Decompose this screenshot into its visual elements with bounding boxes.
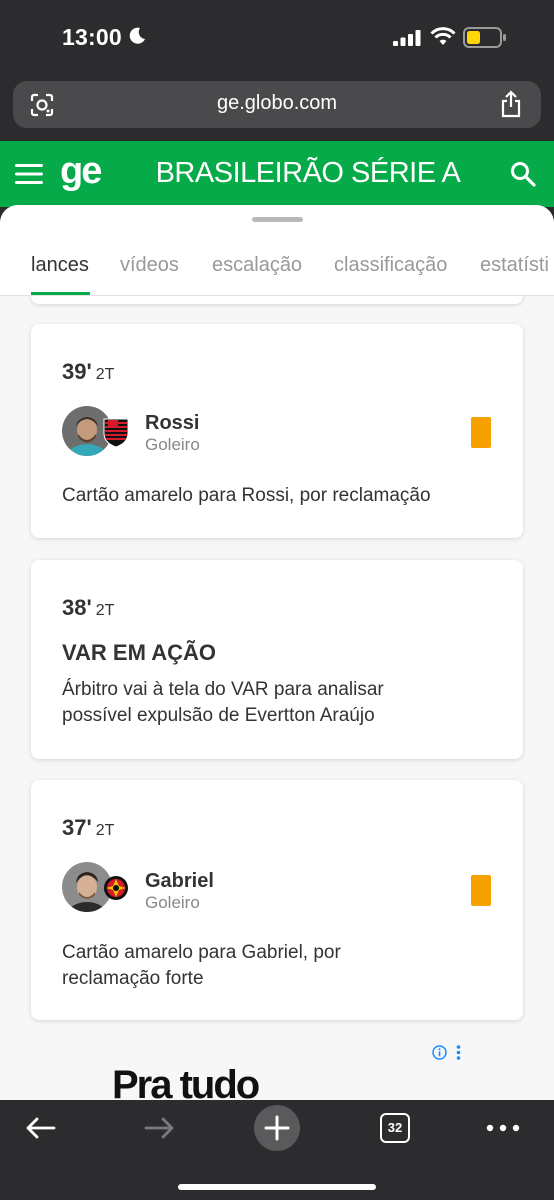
- event-description: Árbitro vai à tela do VAR para analisar …: [62, 679, 384, 726]
- moon-icon: [129, 27, 145, 44]
- browser-toolbar: 32: [0, 1100, 554, 1200]
- forward-icon[interactable]: [144, 1116, 176, 1140]
- page-title: BRASILEIRÃO SÉRIE A: [155, 157, 461, 189]
- event-description: Cartão amarelo para Rossi, por reclamaçã…: [62, 485, 431, 506]
- battery-icon: [463, 27, 506, 48]
- ad-info-icon[interactable]: [432, 1045, 447, 1060]
- player-role: Goleiro: [145, 893, 200, 912]
- flamengo-crest-icon: [103, 418, 129, 448]
- yellow-card-icon: [471, 875, 491, 906]
- sport-recife-crest-icon: [104, 876, 128, 900]
- new-tab-icon[interactable]: [254, 1105, 300, 1151]
- yellow-card-icon: [471, 417, 491, 448]
- player-role: Goleiro: [145, 435, 200, 454]
- tab-escalacao[interactable]: escalação: [212, 254, 302, 277]
- share-icon[interactable]: [499, 90, 523, 118]
- home-indicator[interactable]: [178, 1184, 376, 1190]
- tab-videos[interactable]: vídeos: [120, 254, 179, 277]
- ad-text[interactable]: Pra tudo: [112, 1063, 260, 1100]
- url-text[interactable]: ge.globo.com: [13, 92, 541, 115]
- ad-banner[interactable]: Pra tudo: [0, 1035, 554, 1100]
- event-minute: 39' 2T: [62, 359, 115, 384]
- active-tab-indicator: [31, 292, 90, 295]
- signal-icon: [393, 30, 421, 46]
- site-header: ge BRASILEIRÃO SÉRIE A: [0, 141, 554, 207]
- search-icon[interactable]: [510, 161, 536, 187]
- event-card: 39' 2T Rossi Goleiro Cartão amarelo para …: [31, 324, 523, 538]
- event-description: Cartão amarelo para Gabriel, por reclama…: [62, 942, 341, 989]
- sheet-grabber[interactable]: [252, 217, 303, 222]
- event-minute: 38' 2T: [62, 595, 115, 620]
- player-name: Rossi: [145, 412, 200, 434]
- wifi-icon: [430, 27, 456, 45]
- status-bar: 13:00: [0, 0, 554, 76]
- tab-lances[interactable]: lances: [31, 254, 89, 277]
- event-title: VAR EM AÇÃO: [62, 640, 216, 665]
- event-minute: 37' 2T: [62, 815, 115, 840]
- new-tab-button[interactable]: [254, 1105, 300, 1151]
- tabs-icon[interactable]: 32: [380, 1113, 410, 1143]
- back-icon[interactable]: [24, 1116, 56, 1140]
- tab-classificacao[interactable]: classificação: [334, 254, 447, 277]
- status-time: 13:00: [62, 24, 122, 50]
- content-sheet: lances vídeos escalação classificação es…: [0, 205, 554, 1100]
- tab-estatisticas[interactable]: estatísti: [480, 254, 549, 277]
- address-bar[interactable]: ge.globo.com: [13, 81, 541, 128]
- more-icon[interactable]: [486, 1124, 520, 1132]
- event-card: 38' 2T VAR EM AÇÃO Árbitro vai à tela do …: [31, 560, 523, 759]
- event-card: 37' 2T Gabriel Goleiro Cartão amarelo par…: [31, 780, 523, 1020]
- tab-bar: lances vídeos escalação classificação es…: [0, 205, 554, 296]
- ad-menu-icon[interactable]: [456, 1045, 461, 1060]
- player-name: Gabriel: [145, 870, 214, 892]
